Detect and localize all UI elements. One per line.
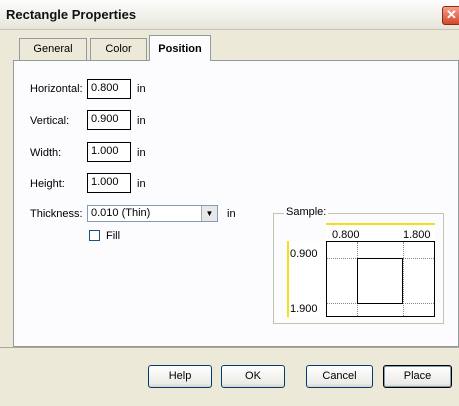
width-label: Width: [30, 147, 62, 159]
horizontal-unit: in [137, 83, 146, 95]
place-button[interactable]: Place [383, 365, 452, 388]
width-field[interactable]: 1.000 [87, 142, 131, 162]
width-unit: in [137, 147, 146, 159]
vertical-label: Vertical: [30, 115, 70, 127]
horizontal-field[interactable]: 0.800 [87, 79, 131, 99]
vertical-unit: in [137, 115, 146, 127]
chevron-down-icon[interactable]: ▼ [201, 206, 217, 221]
thickness-value: 0.010 (Thin) [91, 207, 151, 219]
cancel-button[interactable]: Cancel [306, 365, 373, 388]
sample-rectangle [357, 258, 403, 304]
height-unit: in [137, 178, 146, 190]
thickness-label: Thickness: [30, 208, 83, 220]
height-field[interactable]: 1.000 [87, 173, 131, 193]
fill-label: Fill [106, 230, 121, 242]
ok-button[interactable]: OK [221, 365, 285, 388]
thickness-unit: in [227, 208, 236, 220]
help-button[interactable]: Help [148, 365, 212, 388]
divider [0, 347, 459, 348]
ruler-y-label-start: 0.900 [290, 248, 318, 260]
ruler-x-label-end: 1.800 [403, 229, 431, 241]
horizontal-label: Horizontal: [30, 83, 83, 95]
height-label: Height: [30, 178, 65, 190]
vertical-field[interactable]: 0.900 [87, 110, 131, 130]
grid-line [403, 242, 404, 316]
ruler-y-label-end: 1.900 [290, 303, 318, 315]
sample-group-title: Sample: [284, 206, 329, 218]
ruler-x-label-start: 0.800 [332, 229, 360, 241]
thickness-select[interactable]: 0.010 (Thin) ▼ [87, 205, 218, 222]
fill-checkbox[interactable] [89, 230, 100, 241]
